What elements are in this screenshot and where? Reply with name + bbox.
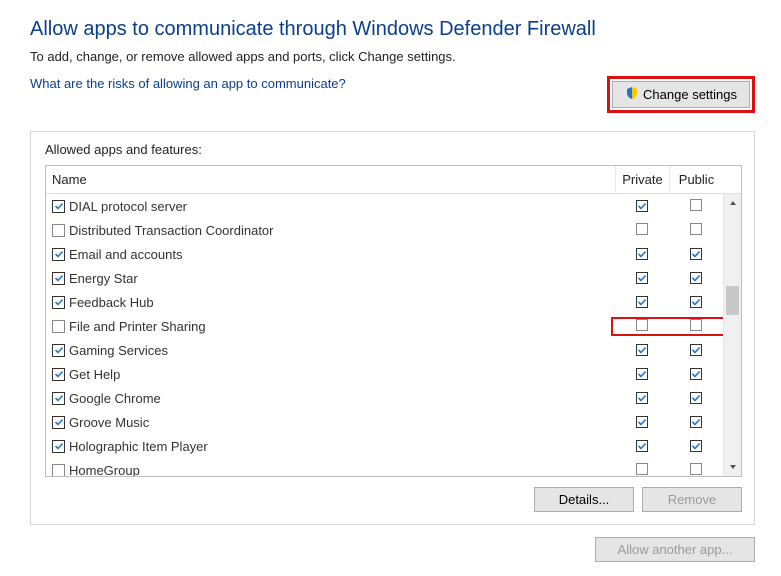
allowed-apps-panel: Allowed apps and features: Name Private …	[30, 131, 755, 525]
scroll-track[interactable]	[724, 212, 741, 458]
checkbox[interactable]	[52, 272, 65, 285]
table-row[interactable]: HomeGroup	[46, 458, 723, 476]
app-name: HomeGroup	[69, 463, 140, 477]
panel-label: Allowed apps and features:	[45, 142, 742, 157]
table-row[interactable]: Gaming Services	[46, 338, 723, 362]
checkbox[interactable]	[636, 463, 648, 475]
remove-button[interactable]: Remove	[642, 487, 742, 512]
scroll-up-button[interactable]	[724, 194, 741, 212]
checkbox[interactable]	[690, 248, 702, 260]
app-name: Groove Music	[69, 415, 149, 430]
app-name: Google Chrome	[69, 391, 161, 406]
checkbox[interactable]	[690, 344, 702, 356]
table-row[interactable]: DIAL protocol server	[46, 194, 723, 218]
checkbox[interactable]	[690, 416, 702, 428]
checkbox[interactable]	[690, 440, 702, 452]
column-header-name[interactable]: Name	[46, 166, 615, 193]
checkbox[interactable]	[636, 200, 648, 212]
checkbox[interactable]	[52, 464, 65, 477]
checkbox[interactable]	[636, 248, 648, 260]
scrollbar[interactable]	[723, 194, 741, 476]
checkbox[interactable]	[636, 416, 648, 428]
checkbox[interactable]	[52, 392, 65, 405]
checkbox[interactable]	[636, 223, 648, 235]
table-row[interactable]: Google Chrome	[46, 386, 723, 410]
table-row[interactable]: Feedback Hub	[46, 290, 723, 314]
allow-another-app-button[interactable]: Allow another app...	[595, 537, 755, 562]
checkbox[interactable]	[636, 392, 648, 404]
scroll-thumb[interactable]	[726, 286, 739, 316]
checkbox[interactable]	[690, 199, 702, 211]
checkbox[interactable]	[636, 344, 648, 356]
app-name: File and Printer Sharing	[69, 319, 206, 334]
table-row[interactable]: Energy Star	[46, 266, 723, 290]
app-name: Email and accounts	[69, 247, 182, 262]
checkbox[interactable]	[52, 296, 65, 309]
app-name: DIAL protocol server	[69, 199, 187, 214]
checkbox[interactable]	[52, 368, 65, 381]
checkbox[interactable]	[690, 272, 702, 284]
checkbox[interactable]	[636, 368, 648, 380]
table-row[interactable]: Get Help	[46, 362, 723, 386]
checkbox[interactable]	[52, 200, 65, 213]
checkbox[interactable]	[690, 392, 702, 404]
checkbox[interactable]	[690, 223, 702, 235]
table-row[interactable]: Holographic Item Player	[46, 434, 723, 458]
checkbox[interactable]	[52, 320, 65, 333]
scroll-down-button[interactable]	[724, 458, 741, 476]
app-name: Feedback Hub	[69, 295, 154, 310]
table-row[interactable]: File and Printer Sharing	[46, 314, 723, 338]
checkbox[interactable]	[52, 416, 65, 429]
checkbox[interactable]	[52, 344, 65, 357]
table-row[interactable]: Email and accounts	[46, 242, 723, 266]
checkbox[interactable]	[52, 440, 65, 453]
app-name: Holographic Item Player	[69, 439, 208, 454]
checkbox[interactable]	[690, 368, 702, 380]
table-row[interactable]: Groove Music	[46, 410, 723, 434]
page-subtitle: To add, change, or remove allowed apps a…	[30, 49, 755, 64]
checkbox[interactable]	[636, 272, 648, 284]
app-name: Get Help	[69, 367, 120, 382]
shield-icon	[625, 86, 639, 103]
app-name: Energy Star	[69, 271, 138, 286]
checkbox[interactable]	[636, 319, 648, 331]
change-settings-button[interactable]: Change settings	[612, 81, 750, 108]
table-row[interactable]: Distributed Transaction Coordinator	[46, 218, 723, 242]
app-name: Gaming Services	[69, 343, 168, 358]
app-name: Distributed Transaction Coordinator	[69, 223, 274, 238]
page-title: Allow apps to communicate through Window…	[30, 18, 755, 41]
apps-listbox: Name Private Public DIAL protocol server…	[45, 165, 742, 477]
risks-link[interactable]: What are the risks of allowing an app to…	[30, 76, 346, 91]
checkbox[interactable]	[690, 319, 702, 331]
checkbox[interactable]	[690, 296, 702, 308]
column-header-public[interactable]: Public	[669, 166, 723, 193]
column-header-row: Name Private Public	[46, 166, 741, 194]
column-header-private[interactable]: Private	[615, 166, 669, 193]
checkbox[interactable]	[52, 248, 65, 261]
details-button[interactable]: Details...	[534, 487, 634, 512]
change-settings-highlight: Change settings	[607, 76, 755, 113]
checkbox[interactable]	[52, 224, 65, 237]
checkbox[interactable]	[636, 296, 648, 308]
apps-rows: DIAL protocol server Distributed Transact…	[46, 194, 723, 476]
checkbox[interactable]	[690, 463, 702, 475]
checkbox[interactable]	[636, 440, 648, 452]
change-settings-label: Change settings	[643, 87, 737, 102]
